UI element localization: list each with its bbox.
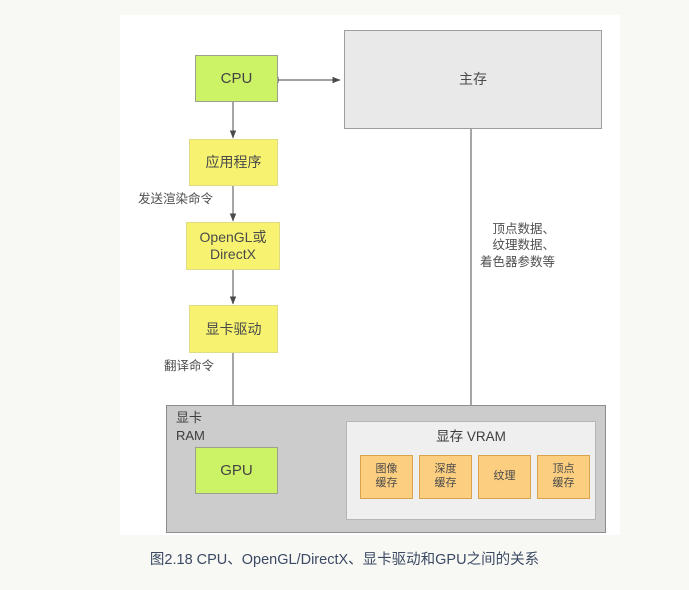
node-application[interactable]: 应用程序 xyxy=(189,139,278,186)
figure-caption: 图2.18 CPU、OpenGL/DirectX、显卡驱动和GPU之间的关系 xyxy=(149,552,540,568)
vram-buffer-depth[interactable]: 深度 缓存 xyxy=(419,455,472,499)
edge-label-send-render-command: 发送渲染命令 xyxy=(138,192,214,206)
vram-label: 显存 VRAM xyxy=(436,429,506,444)
graphics-card-label: 显卡 RAM xyxy=(176,410,205,443)
vram-buffer-vertex[interactable]: 顶点 缓存 xyxy=(537,455,590,499)
vram-buffer-texture[interactable]: 纹理 xyxy=(478,455,531,499)
node-display-driver[interactable]: 显卡驱动 xyxy=(189,305,278,353)
node-graphics-api[interactable]: OpenGL或 DirectX xyxy=(186,222,280,270)
edge-label-memory-transfer: 顶点数据、 纹理数据、 着色器参数等 xyxy=(480,222,556,269)
node-gpu[interactable]: GPU xyxy=(195,447,278,494)
vram-buffer-frame[interactable]: 图像 缓存 xyxy=(360,455,413,499)
edge-label-translate-command: 翻译命令 xyxy=(164,359,215,373)
node-cpu[interactable]: CPU xyxy=(195,55,278,102)
figure-root: 显卡 RAM 显存 VRAM CPU 主存 应用程序 OpenGL或 Direc… xyxy=(0,0,689,590)
node-main-memory[interactable]: 主存 xyxy=(344,30,602,129)
